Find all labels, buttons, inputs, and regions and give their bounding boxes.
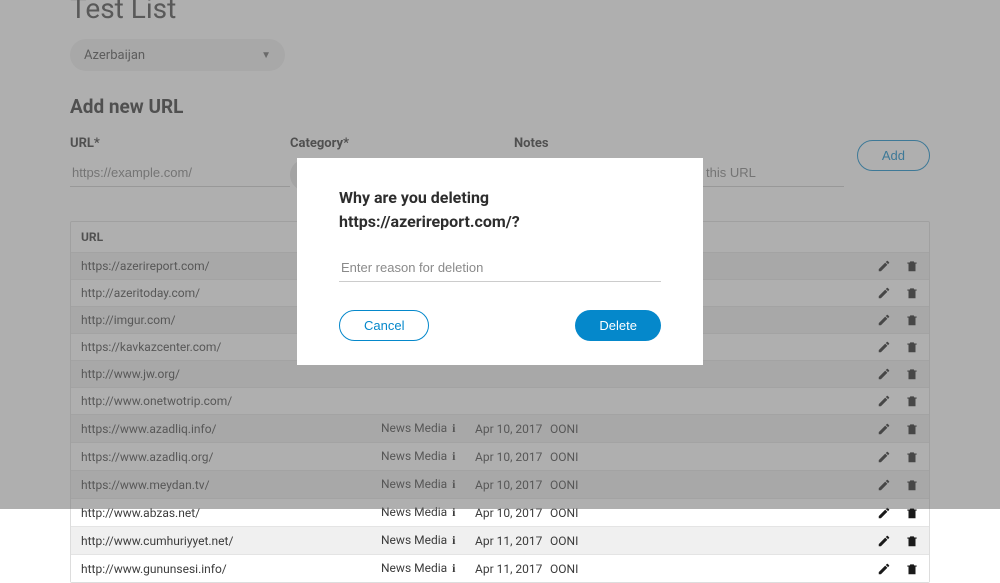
cell-source: OONI	[550, 562, 680, 576]
cell-actions	[859, 562, 919, 576]
edit-icon[interactable]	[877, 562, 891, 576]
cell-url: http://www.cumhuriyyet.net/	[81, 534, 381, 548]
modal-overlay[interactable]: Why are you deleting https://azerireport…	[0, 0, 1000, 509]
cell-date: Apr 11, 2017	[475, 562, 550, 576]
delete-modal: Why are you deleting https://azerireport…	[297, 158, 703, 365]
trash-icon[interactable]	[905, 534, 919, 548]
cancel-button[interactable]: Cancel	[339, 310, 429, 341]
table-row: http://www.gununsesi.info/News MediaiApr…	[71, 554, 929, 582]
info-icon[interactable]: i	[452, 533, 455, 548]
table-row: http://www.cumhuriyyet.net/News MediaiAp…	[71, 526, 929, 554]
info-icon[interactable]: i	[452, 561, 455, 576]
cell-source: OONI	[550, 534, 680, 548]
cell-category: News Mediai	[381, 533, 475, 548]
trash-icon[interactable]	[905, 562, 919, 576]
cell-date: Apr 11, 2017	[475, 534, 550, 548]
delete-button[interactable]: Delete	[575, 310, 661, 341]
edit-icon[interactable]	[877, 534, 891, 548]
cell-actions	[859, 534, 919, 548]
modal-title: Why are you deleting https://azerireport…	[339, 186, 661, 234]
cell-url: http://www.gununsesi.info/	[81, 562, 381, 576]
delete-reason-input[interactable]	[339, 254, 661, 282]
cell-category: News Mediai	[381, 561, 475, 576]
